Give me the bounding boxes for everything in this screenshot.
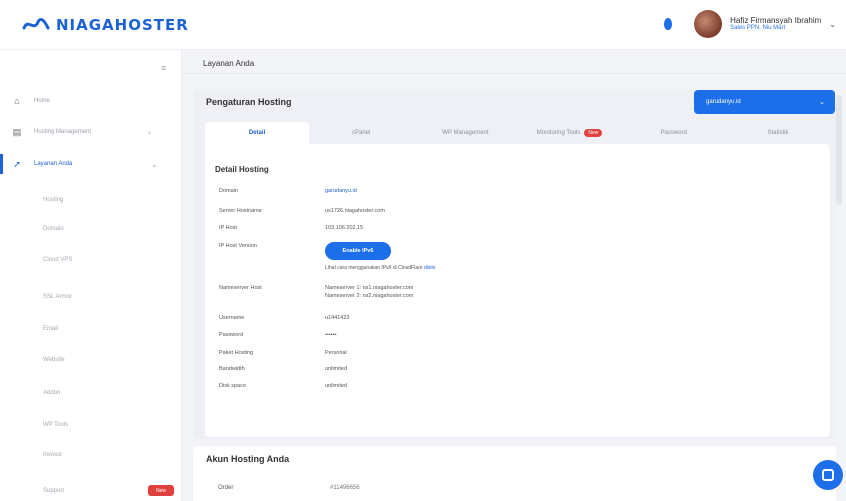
user-subtitle: Sales PPN, Niu Mart (730, 25, 786, 32)
sidebar-sub-item[interactable]: WP Tools (43, 422, 68, 428)
sidebar-sub-item[interactable]: Website (43, 357, 65, 363)
sidebar-item-hosting-management[interactable]: ▤ Hosting Management › (0, 122, 182, 142)
sidebar-item-label: Layanan Anda (34, 161, 73, 167)
sidebar-item-home[interactable]: ⌂ Home (0, 91, 182, 111)
row-value: Nameserver 1: ns1.niagahoster.com (325, 285, 414, 291)
sidebar-sub-item[interactable]: Support (43, 488, 64, 494)
home-icon: ⌂ (14, 96, 20, 106)
tab-label: Detail (248, 130, 266, 136)
chevron-down-icon[interactable]: ⌄ (829, 20, 836, 29)
row-value: us1726.niagahoster.com (325, 208, 385, 214)
tab-label: cPanel (352, 130, 371, 136)
row-label: Nameserver Host (219, 285, 262, 291)
ipv6-note-text: Lihat cara menggunakan IPv6 di CloudFlar… (325, 265, 423, 271)
row-label: IP Host (219, 225, 237, 231)
sidebar-sub-item[interactable]: Domain (43, 226, 64, 232)
row-label: Password (219, 332, 244, 338)
chevron-down-icon: ⌄ (151, 159, 158, 169)
tab-bar: Detail cPanel WP Management Monitoring T… (205, 122, 830, 144)
chat-icon (822, 469, 834, 481)
ipv6-note: Lihat cara menggunakan IPv6 di CloudFlar… (325, 265, 435, 271)
tab-detail[interactable]: Detail (205, 122, 310, 144)
sidebar-sub-item[interactable]: Hosting (43, 197, 63, 203)
section-title: Detail Hosting (215, 165, 269, 174)
row-value: unlimited (325, 366, 348, 372)
tab-label: Monitoring Tools (536, 130, 581, 136)
domain-select[interactable]: garudanyu.id ⌄ (694, 90, 835, 114)
row-value: •••••• (325, 332, 337, 338)
top-bar: NIAGAHOSTER Hafiz Firmansyah Ibrahim Sal… (0, 0, 846, 50)
card-title: Pengaturan Hosting (206, 97, 292, 107)
row-value: Nameserver 2: ns2.niagahoster.com (325, 293, 414, 299)
sidebar-item-label: Home (34, 98, 51, 104)
tab-password[interactable]: Password (622, 122, 726, 144)
hosting-settings-card: Pengaturan Hosting garudanyu.id ⌄ Detail… (193, 89, 836, 439)
sidebar: ≡ ⌂ Home ▤ Hosting Management › ➚ Layana… (0, 50, 182, 501)
sidebar-item-label: Hosting Management (34, 129, 92, 135)
row-value: u1441423 (325, 315, 350, 321)
brand-name: NIAGAHOSTER (56, 15, 189, 34)
sidebar-sub-item[interactable]: Invoice (43, 452, 62, 458)
sidebar-sub-item[interactable]: Addon (43, 390, 60, 396)
divider (182, 73, 846, 74)
row-label: Paket Hosting (219, 350, 254, 356)
domain-link[interactable]: garudanyu.id (325, 188, 357, 194)
chevron-down-icon: ⌄ (819, 99, 825, 106)
tab-label: Statistik (767, 130, 789, 136)
row-label: Domain (219, 188, 238, 194)
ipv6-note-link[interactable]: disini (424, 265, 435, 271)
row-value: unlimited (325, 383, 348, 389)
row-label: Disk space (219, 383, 246, 389)
row-label: Username (219, 315, 245, 321)
row-label: IP Host Version (219, 243, 257, 249)
rocket-icon: ➚ (13, 158, 21, 169)
notification-icon[interactable] (664, 18, 673, 30)
card-title: Akun Hosting Anda (206, 454, 290, 464)
enable-ipv6-button[interactable]: Enable IPv6 (325, 242, 391, 260)
page-title: Layanan Anda (203, 59, 255, 68)
new-badge: New (148, 485, 174, 496)
sidebar-sub-item[interactable]: Cloud VPS (43, 257, 72, 263)
avatar[interactable] (694, 10, 723, 38)
row-value: Personal (325, 350, 347, 356)
new-badge: New (584, 129, 603, 137)
brand-logo[interactable]: NIAGAHOSTER (22, 16, 189, 34)
tab-label: Password (660, 130, 687, 136)
document-icon: ▤ (12, 126, 22, 137)
tab-monitoring-tools[interactable]: Monitoring Tools New (518, 122, 622, 144)
row-label: Server Hostname (219, 208, 262, 214)
row-value: 103.106.202.15 (325, 225, 364, 231)
tab-wp-management[interactable]: WP Management (413, 122, 517, 144)
chevron-right-icon: › (148, 127, 151, 137)
collapse-sidebar-icon[interactable]: ≡ (161, 63, 166, 73)
row-value: #11496656 (330, 485, 360, 491)
sidebar-sub-item[interactable]: Email (43, 326, 58, 332)
sidebar-sub-item[interactable]: SSL Armor (43, 294, 72, 300)
row-label: Order (218, 485, 234, 491)
tab-cpanel[interactable]: cPanel (309, 122, 413, 144)
logo-icon (22, 17, 50, 29)
chat-button[interactable] (813, 460, 843, 490)
sidebar-item-layanan-anda[interactable]: ➚ Layanan Anda ⌄ (0, 154, 182, 174)
domain-select-value: garudanyu.id (706, 99, 741, 105)
user-menu[interactable]: Hafiz Firmansyah Ibrahim Sales PPN, Niu … (730, 16, 821, 33)
detail-panel: Detail Hosting Domain garudanyu.id Serve… (205, 144, 830, 437)
user-name: Hafiz Firmansyah Ibrahim (730, 15, 822, 25)
hosting-account-card: Akun Hosting Anda Order #11496656 (193, 446, 836, 501)
scrollbar[interactable] (836, 95, 842, 205)
tab-statistik[interactable]: Statistik (726, 122, 830, 144)
tab-label: WP Management (442, 130, 489, 136)
row-label: Bandwidth (219, 366, 245, 372)
